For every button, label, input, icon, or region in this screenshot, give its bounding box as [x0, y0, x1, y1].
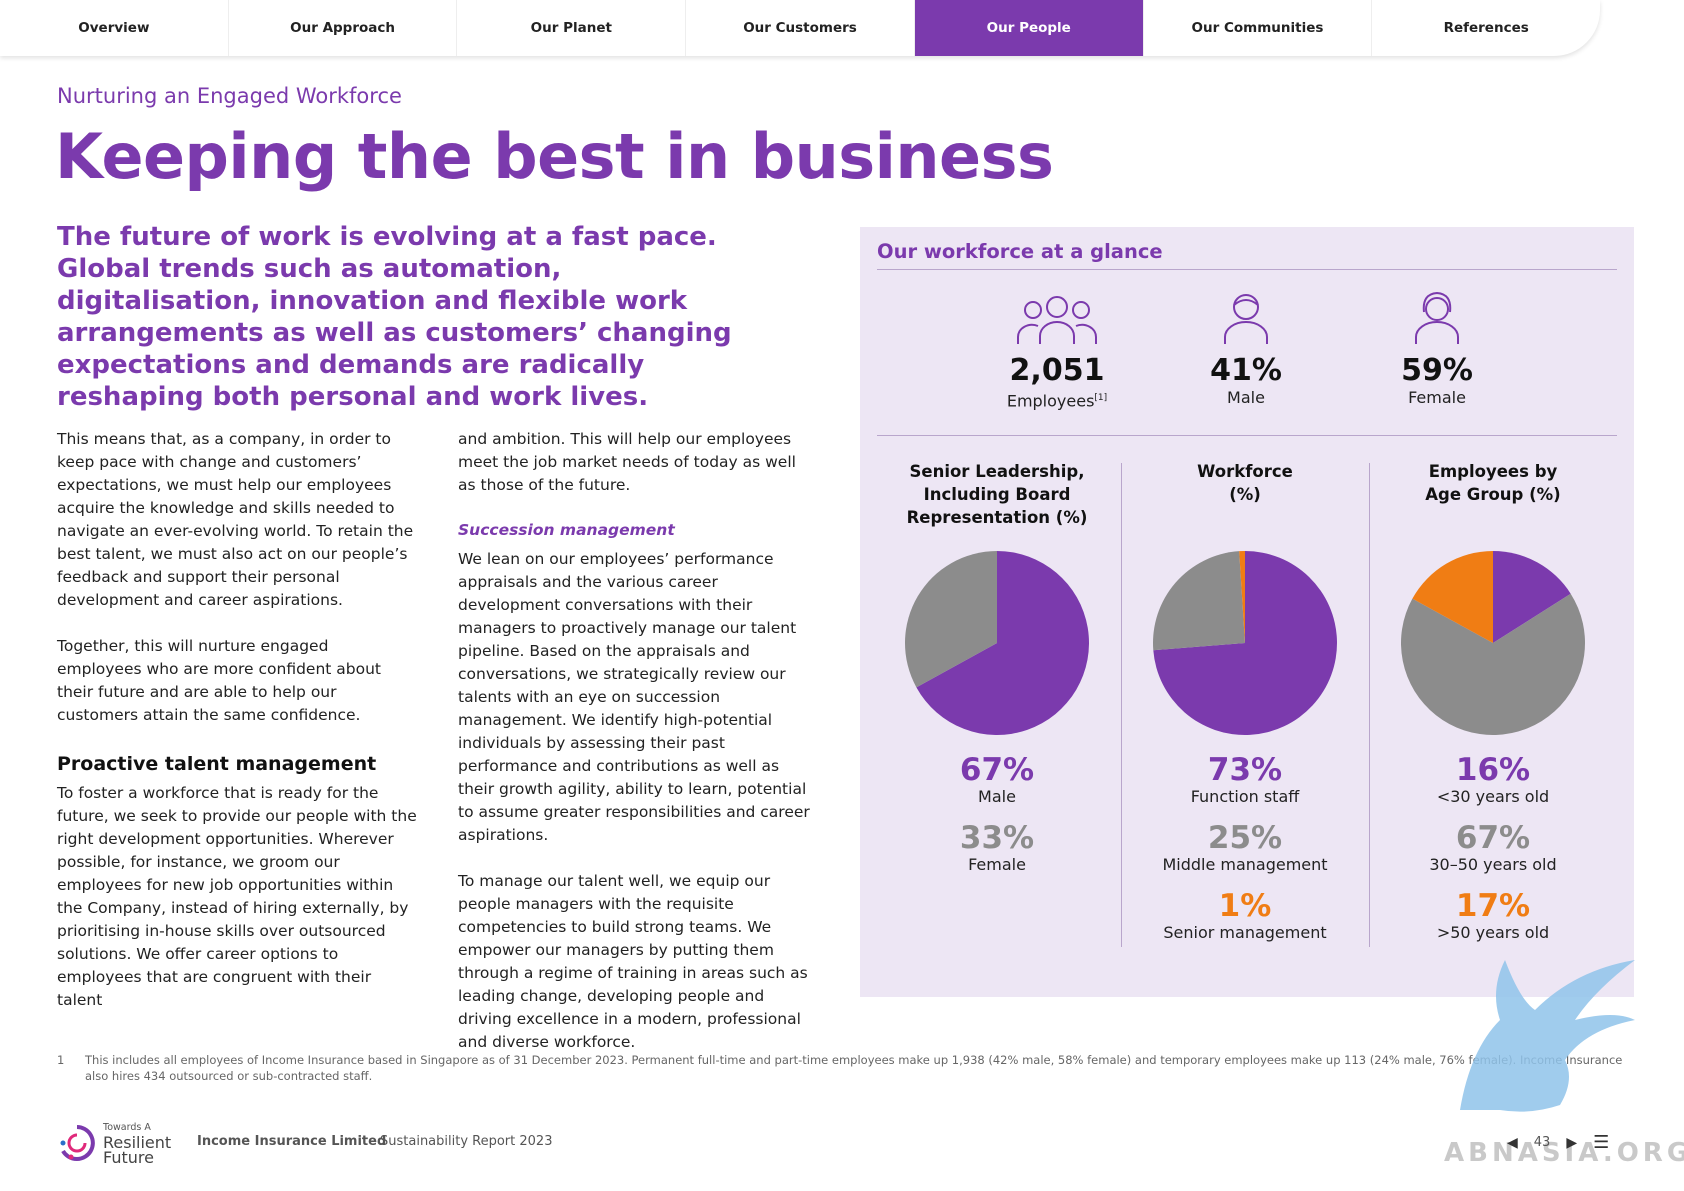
- data-label-value: 67%: [959, 752, 1035, 788]
- paragraph: We lean on our employees’ performance ap…: [458, 550, 810, 844]
- pie-slice-middle-management: [1153, 551, 1245, 651]
- top-navigation: Overview Our Approach Our Planet Our Cus…: [0, 0, 1600, 56]
- triangle-right-icon[interactable]: ▶: [1566, 1135, 1577, 1151]
- subheading-succession: Succession management: [458, 521, 675, 539]
- stat-label: Male: [1227, 388, 1265, 407]
- divider: [877, 269, 1617, 270]
- data-label-category: 30–50 years old: [1429, 855, 1557, 874]
- stat-male: 41% Male: [1161, 292, 1331, 408]
- panel-title: Our workforce at a glance: [877, 240, 1163, 263]
- pie-chart-age-group: [1401, 551, 1585, 735]
- page-title: Keeping the best in business: [55, 120, 1054, 193]
- nav-tab-our-customers[interactable]: Our Customers: [686, 0, 915, 56]
- subheading-proactive-talent: Proactive talent management: [57, 753, 377, 775]
- nav-tab-our-approach[interactable]: Our Approach: [229, 0, 458, 56]
- section-overline: Nurturing an Engaged Workforce: [57, 84, 402, 108]
- people-group-icon: [1016, 296, 1098, 344]
- pie-column-senior-leadership: Senior Leadership, Including Board Represe…: [877, 460, 1117, 889]
- pie-chart-workforce: [1153, 551, 1337, 735]
- menu-icon[interactable]: ☰: [1593, 1132, 1609, 1153]
- watermark-bird-icon: [1460, 960, 1635, 1112]
- data-label-category: Female: [968, 855, 1026, 874]
- stat-label: Employees[1]: [1006, 391, 1108, 411]
- pie-heading: Senior Leadership, Including Board Represe…: [906, 462, 1088, 527]
- pie-column-age-group: Employees by Age Group (%) 16% <30 years o…: [1373, 460, 1613, 957]
- column-divider: [1369, 463, 1370, 947]
- workforce-panel: Our workforce at a glance 2,051 Employee…: [860, 227, 1634, 997]
- data-label-category: Male: [978, 787, 1016, 806]
- text-column-2: and ambition. This will help our employe…: [458, 428, 818, 1054]
- brand-logo[interactable]: Towards A Resilient Future: [57, 1120, 172, 1167]
- paragraph: This means that, as a company, in order …: [57, 430, 414, 609]
- legend-item: 25% Middle management: [1125, 821, 1365, 875]
- data-label-value: 16%: [1455, 752, 1531, 788]
- data-label-value: 25%: [1207, 820, 1283, 856]
- column-divider: [1121, 463, 1122, 947]
- data-label-category: <30 years old: [1436, 787, 1550, 806]
- legend-item: 17% >50 years old: [1373, 889, 1613, 943]
- legend-item: 16% <30 years old: [1373, 753, 1613, 807]
- data-label-category: Middle management: [1162, 855, 1328, 874]
- pie-chart-senior-leadership: [905, 551, 1089, 735]
- data-label-value: 67%: [1455, 820, 1531, 856]
- nav-tab-references[interactable]: References: [1372, 0, 1600, 56]
- legend-item: 1% Senior management: [1125, 889, 1365, 943]
- logo-wordmark: Towards A Resilient Future: [103, 1122, 172, 1167]
- stat-value: 41%: [1210, 353, 1282, 388]
- female-person-icon: [1415, 292, 1459, 344]
- pie-heading: Employees by Age Group (%): [1425, 462, 1561, 504]
- paragraph: To foster a workforce that is ready for …: [57, 784, 417, 1009]
- stat-employees: 2,051 Employees[1]: [972, 292, 1142, 411]
- legend-item: 33% Female: [877, 821, 1117, 875]
- footnote-marker: [1]: [1094, 393, 1108, 403]
- stat-value: 59%: [1401, 353, 1473, 388]
- page-number: 43: [1533, 1135, 1551, 1150]
- legend-item: 67% 30–50 years old: [1373, 821, 1613, 875]
- divider: [877, 435, 1617, 436]
- footnote-number: 1: [57, 1053, 65, 1067]
- pie-column-workforce: Workforce (%) 73% Function staff 25% Middle…: [1125, 460, 1365, 957]
- text-column-1: This means that, as a company, in order …: [57, 428, 417, 1012]
- triangle-left-icon[interactable]: ◀: [1507, 1135, 1518, 1151]
- resilient-future-logo-icon: [60, 1124, 95, 1161]
- pagination: ◀ 43 ▶ ☰: [1507, 1132, 1609, 1153]
- page-footer: Towards A Resilient Future Income Insura…: [57, 1120, 1637, 1167]
- legend-item: 67% Male: [877, 753, 1117, 807]
- data-label-category: Function staff: [1190, 787, 1300, 806]
- data-label-value: 73%: [1207, 752, 1283, 788]
- report-name: Sustainability Report 2023: [380, 1134, 553, 1149]
- legend-item: 73% Function staff: [1125, 753, 1365, 807]
- nav-tab-our-communities[interactable]: Our Communities: [1144, 0, 1373, 56]
- male-person-icon: [1224, 294, 1268, 344]
- stat-female: 59% Female: [1352, 292, 1522, 408]
- data-label-value: 33%: [959, 820, 1035, 856]
- stat-value: 2,051: [1009, 353, 1105, 388]
- paragraph: and ambition. This will help our employe…: [458, 430, 796, 494]
- nav-tab-our-planet[interactable]: Our Planet: [457, 0, 687, 56]
- nav-tab-our-people[interactable]: Our People: [914, 0, 1144, 56]
- data-label-value: 1%: [1218, 888, 1272, 924]
- paragraph: Together, this will nurture engaged empl…: [57, 637, 382, 724]
- data-label-category: Senior management: [1163, 923, 1327, 942]
- data-label-value: 17%: [1455, 888, 1531, 924]
- nav-tab-overview[interactable]: Overview: [0, 0, 229, 56]
- paragraph: To manage our talent well, we equip our …: [458, 872, 808, 1051]
- footnote-text: This includes all employees of Income In…: [85, 1053, 1623, 1083]
- lead-paragraph: The future of work is evolving at a fast…: [57, 222, 732, 412]
- pie-heading: Workforce (%): [1197, 462, 1293, 504]
- stat-label: Female: [1408, 388, 1466, 407]
- company-name: Income Insurance Limited: [197, 1134, 387, 1149]
